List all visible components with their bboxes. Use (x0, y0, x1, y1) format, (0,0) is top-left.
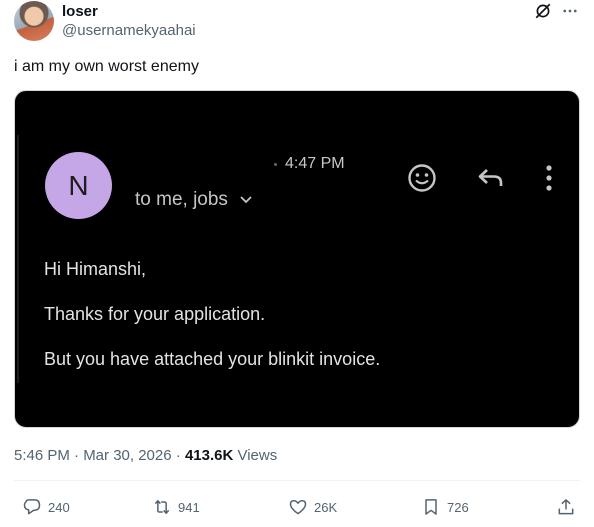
grok-icon[interactable] (534, 2, 552, 20)
kebab-menu-icon (546, 165, 552, 191)
author-avatar[interactable] (14, 1, 54, 41)
email-recipients: to me, jobs (135, 189, 253, 211)
email-time-dot (274, 163, 277, 166)
email-body-line-1: Thanks for your application. (44, 304, 266, 324)
email-recipients-label: to me, jobs (135, 189, 228, 210)
reply-count: 240 (48, 499, 70, 515)
share-icon (558, 499, 574, 515)
bookmark-icon (425, 499, 437, 515)
tweet-meta: 5:46 PM · Mar 30, 2026 · 413.6K Views (14, 447, 277, 464)
reply-button[interactable]: 240 (22, 497, 70, 517)
actions-divider (14, 480, 580, 481)
email-sender-avatar: N (45, 152, 112, 219)
email-body-line-2: But you have attached your blinkit invoi… (44, 349, 381, 369)
reply-icon (478, 169, 503, 186)
bookmark-button[interactable]: 726 (421, 497, 469, 517)
repost-button[interactable]: 941 (152, 497, 200, 517)
email-greeting: Hi Himanshi, (44, 259, 147, 279)
tweet-media-image[interactable]: N to me, jobs 4:47 PM Hi Himanshi, Thank… (14, 90, 580, 428)
author-display-name[interactable]: loser (62, 3, 98, 20)
emoji-react-icon (408, 164, 436, 192)
more-options-icon[interactable] (560, 2, 580, 20)
views-count: 413.6K (184, 447, 234, 464)
like-count: 26K (314, 499, 338, 515)
share-button[interactable] (556, 497, 582, 517)
tweet-timestamp[interactable]: 5:46 PM · Mar 30, 2026 (14, 447, 172, 464)
reply-bubble-icon (23, 499, 41, 515)
repost-count: 941 (178, 499, 200, 515)
heart-icon (289, 500, 307, 515)
email-time: 4:47 PM (285, 155, 345, 172)
views-label: Views (237, 447, 278, 464)
bookmark-count: 726 (447, 499, 469, 515)
repost-icon (154, 500, 170, 514)
like-button[interactable]: 26K (288, 497, 337, 517)
chevron-down-icon (240, 196, 252, 204)
email-left-edge (17, 135, 19, 383)
meta-separator: · (171, 447, 185, 464)
author-handle[interactable]: @usernamekyaahai (62, 22, 196, 39)
tweet-text: i am my own worst enemy (14, 58, 199, 75)
